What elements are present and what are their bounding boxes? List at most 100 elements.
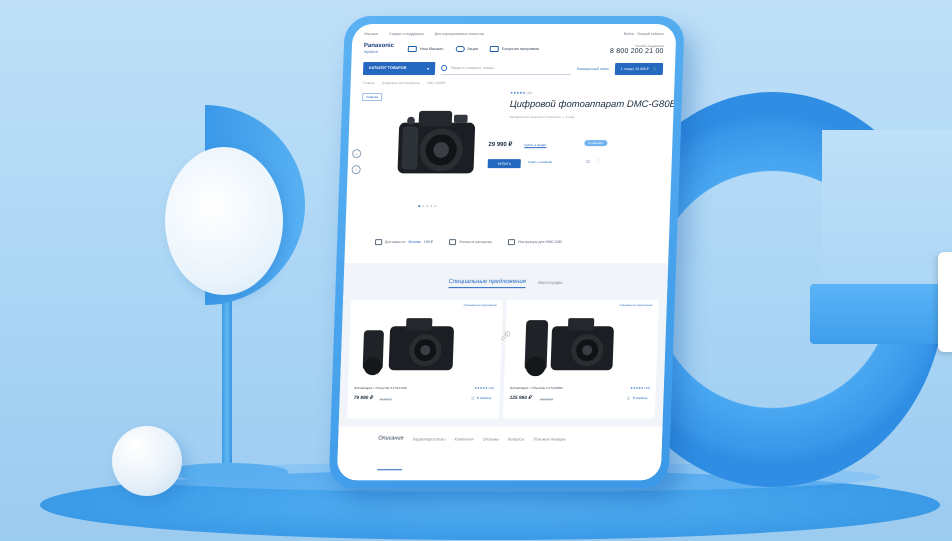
- header-link-shop[interactable]: Наш Магазин: [407, 46, 444, 53]
- offer-price: 79 990 ₽: [353, 396, 373, 402]
- offer-card[interactable]: Специальное предложение Фотоаппарат + Об…: [502, 300, 659, 419]
- header-link-label: Бонусная программа: [501, 47, 540, 52]
- image-up-arrow[interactable]: ‹: [352, 149, 362, 159]
- favorite-icon[interactable]: ♡: [596, 159, 601, 165]
- cart-icon: 🛒: [470, 396, 476, 401]
- shop-icon: [407, 46, 417, 53]
- login-link[interactable]: Войти · Личный кабинет: [624, 32, 664, 36]
- catalog-button-label: КАТАЛОГ ТОВАРОВ: [369, 66, 407, 71]
- tablet-device: Магазин Сервис и поддержка Для корпорати…: [328, 16, 685, 489]
- add-to-cart-label: В корзину: [632, 396, 648, 401]
- cart-icon: 🛒: [652, 66, 658, 71]
- brand-sub: mystore: [363, 49, 379, 55]
- info-line: Доставка по Москве 199 ₽ Оплата в рассро…: [345, 235, 669, 249]
- camera-image[interactable]: [387, 105, 488, 183]
- manual-label: Инструкция для DMC-G80: [517, 240, 562, 245]
- product-rating[interactable]: ★★★★★ (19): [510, 91, 532, 95]
- offer-name: Фотоаппарат + Объектив H-FS12060E: [509, 386, 564, 391]
- camera-kit-image: [362, 318, 454, 376]
- header-link-label: Акции: [467, 47, 479, 52]
- add-to-cart-button[interactable]: 🛒 В корзину: [627, 396, 648, 400]
- tablet-screen: Магазин Сервис и поддержка Для корпорати…: [336, 24, 677, 481]
- product-title: Цифровой фотоаппарат DMC-G80EE-K: [509, 99, 677, 111]
- truck-icon: [374, 239, 383, 246]
- cart-icon: 🛒: [626, 396, 631, 401]
- header-link-label: Наш Магазин: [419, 47, 444, 52]
- topbar-link-service[interactable]: Сервис и поддержка: [389, 32, 424, 36]
- offer-card[interactable]: Специальное предложение Фотоаппарат + Об…: [346, 300, 503, 419]
- decor-edge-card: [938, 252, 952, 352]
- image-down-arrow[interactable]: ›: [351, 165, 361, 175]
- availability-badge: В наличии: [584, 140, 608, 147]
- topbar-links: Магазин Сервис и поддержка Для корпорати…: [364, 32, 493, 36]
- cart-summary: 1 товар | 29 990 ₽: [620, 66, 649, 71]
- pagination-dot[interactable]: [430, 205, 433, 208]
- breadcrumb: Главная Цифровые фотоаппараты DMC-G80EE: [351, 75, 675, 85]
- document-icon: [507, 239, 516, 246]
- tab-accessories[interactable]: Аксессуары: [538, 279, 563, 288]
- advanced-search-link[interactable]: Расширенный поиск: [577, 67, 609, 71]
- tab-kit[interactable]: Комплект: [453, 436, 473, 470]
- image-pagination: [418, 205, 437, 208]
- header-link-bonus[interactable]: Бонусная программа: [489, 46, 540, 53]
- special-tabs: Специальные предложения Аксессуары: [344, 279, 668, 289]
- tab-description[interactable]: Описание: [377, 435, 404, 471]
- product-tools: ⚖ ♡: [586, 159, 601, 165]
- offer-tag: Специальное предложение: [619, 304, 653, 308]
- phone-number[interactable]: 8 800 200 21 00: [610, 48, 664, 55]
- rating-count: (19): [526, 91, 533, 96]
- installment-label: Оплата в рассрочку: [458, 240, 493, 245]
- catalog-button[interactable]: КАТАЛОГ ТОВАРОВ ▾: [362, 62, 436, 76]
- camera-kit-image: [524, 318, 614, 377]
- offer-cards: Специальное предложение Фотоаппарат + Об…: [339, 288, 667, 419]
- offer-price: 125 990 ₽: [509, 396, 532, 402]
- support-phone: Онлайн поддержка 8 800 200 21 00: [610, 44, 664, 55]
- offer-rating: ★★★★★ (19): [474, 386, 494, 391]
- decor-ball: [112, 426, 182, 496]
- topbar-link-shop[interactable]: Магазин: [364, 32, 378, 36]
- decor-disc: [165, 147, 283, 295]
- pagination-dot[interactable]: [434, 205, 437, 208]
- tab-reviews[interactable]: Отзывы: [482, 436, 499, 470]
- tab-questions[interactable]: Вопросы: [507, 436, 525, 470]
- installment-info[interactable]: Оплата в рассрочку: [448, 239, 493, 246]
- search-row: КАТАЛОГ ТОВАРОВ ▾ Введите название товар…: [351, 55, 676, 76]
- offer-old-price: 99 990 ₽: [379, 397, 392, 402]
- product-tabs: Описание Характеристики Комплект Отзывы …: [336, 426, 663, 481]
- tab-specs[interactable]: Характеристики: [411, 436, 445, 470]
- search-input[interactable]: Введите название товара: [440, 62, 572, 76]
- tab-special-offers[interactable]: Специальные предложения: [448, 279, 527, 289]
- mouse-cursor-icon: ➚: [499, 327, 512, 344]
- decor-pole: [222, 290, 232, 480]
- topbar-link-corporate[interactable]: Для корпоративных клиентов: [435, 32, 484, 36]
- product-section: Новинка ‹ › ★★★★★ (19) Цифровой фотоаппа…: [345, 85, 677, 235]
- pagination-dot[interactable]: [426, 205, 429, 208]
- cart-button[interactable]: 1 товар | 29 990 ₽ 🛒: [614, 62, 664, 75]
- site-header: Panasonic mystore Наш Магазин Акции Бону…: [352, 36, 676, 55]
- buy-button[interactable]: КУПИТЬ: [487, 159, 522, 169]
- offer-name: Фотоаппарат + Объектив H-FS14140E: [353, 386, 408, 391]
- delivery-city-link[interactable]: Москве: [408, 240, 420, 244]
- delivery-price: 199 ₽: [423, 240, 434, 245]
- header-link-sale[interactable]: Акции: [455, 46, 479, 53]
- brand-logo[interactable]: Panasonic mystore: [364, 43, 408, 55]
- pagination-dot[interactable]: [422, 205, 425, 208]
- pagination-dot[interactable]: [418, 205, 421, 208]
- offer-rating: ★★★★★ (19): [630, 386, 650, 391]
- decor-arc-cutout: [822, 130, 952, 300]
- rating-stars: ★★★★★: [510, 91, 526, 96]
- add-to-cart-label: В корзину: [476, 396, 492, 401]
- product-subtitle: Официальная гарантия от Panasonic — 2 го…: [509, 115, 575, 120]
- card-icon: [448, 239, 457, 246]
- tab-similar[interactable]: Похожие товары: [532, 436, 565, 470]
- where-to-buy-link[interactable]: Узнать о наличии: [528, 160, 552, 164]
- add-to-cart-button[interactable]: 🛒 В корзину: [471, 396, 492, 400]
- sale-icon: [455, 46, 465, 53]
- chevron-down-icon: ▾: [427, 67, 430, 72]
- decor-arc-end: [810, 284, 945, 344]
- offer-tag: Специальное предложение: [463, 304, 497, 308]
- credit-link[interactable]: Купить в кредит: [524, 143, 547, 149]
- product-price: 29 990 ₽: [488, 142, 513, 149]
- compare-icon[interactable]: ⚖: [586, 159, 591, 165]
- manual-info[interactable]: Инструкция для DMC-G80: [507, 239, 562, 246]
